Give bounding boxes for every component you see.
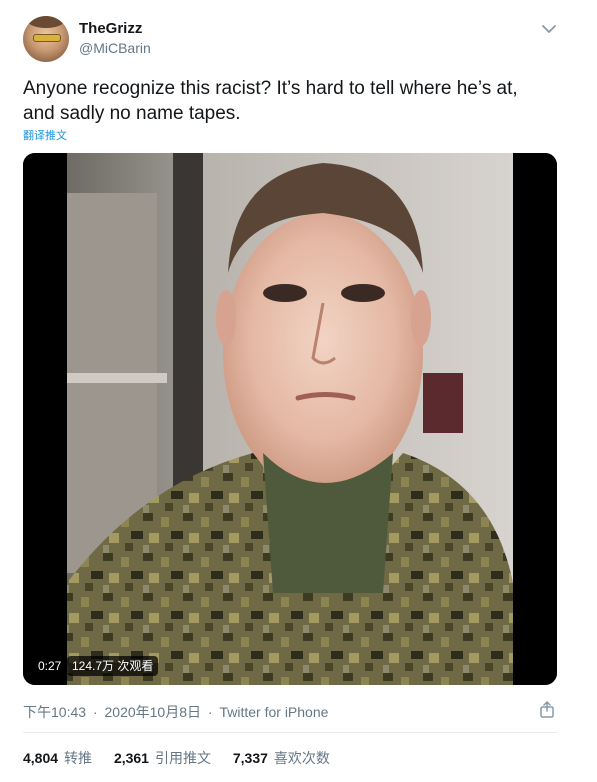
stat-label: 喜欢次数	[273, 750, 330, 766]
stat-retweets[interactable]: 4,804 转推	[23, 748, 92, 768]
stat-quote-tweets[interactable]: 2,361 引用推文	[114, 748, 211, 768]
stat-label: 转推	[64, 750, 93, 766]
tweet-text: Anyone recognize this racist? It’s hard …	[23, 76, 563, 126]
video-frame	[23, 153, 557, 685]
tweet-date[interactable]: 2020年10月8日	[105, 704, 202, 720]
stat-count: 4,804	[23, 750, 59, 766]
tweet-text-line: and sadly no name tapes.	[23, 103, 241, 124]
tweet-text-line: Anyone recognize this racist? It’s hard …	[23, 78, 518, 99]
tweet-stats: 4,804 转推 2,361 引用推文 7,337 喜欢次数	[23, 748, 348, 768]
tweet-source[interactable]: Twitter for iPhone	[219, 704, 328, 720]
tweet-time[interactable]: 下午10:43	[23, 704, 86, 720]
avatar-glasses	[33, 34, 61, 42]
avatar[interactable]	[23, 16, 69, 62]
stat-label: 引用推文	[154, 750, 211, 766]
meta-separator: ·	[92, 704, 98, 720]
video-views-badge: 124.7万 次观看	[67, 656, 159, 676]
share-icon[interactable]	[538, 701, 556, 719]
translate-tweet-link[interactable]: 翻译推文	[23, 127, 67, 143]
stat-likes[interactable]: 7,337 喜欢次数	[233, 748, 330, 768]
divider	[23, 732, 557, 733]
tweet-meta: 下午10:43 · 2020年10月8日 · Twitter for iPhon…	[23, 702, 331, 722]
stat-count: 2,361	[113, 750, 149, 766]
avatar-hair	[27, 16, 65, 28]
user-handle[interactable]: @MiCBarin	[79, 40, 151, 56]
video-duration-badge: 0:27	[33, 656, 67, 676]
chevron-down-icon[interactable]	[540, 20, 558, 38]
stat-count: 7,337	[232, 750, 268, 766]
tweet-card: TheGrizz @MiCBarin Anyone recognize this…	[0, 0, 597, 782]
display-name[interactable]: TheGrizz	[79, 20, 142, 37]
video-player[interactable]	[23, 153, 557, 685]
meta-separator: ·	[207, 704, 213, 720]
